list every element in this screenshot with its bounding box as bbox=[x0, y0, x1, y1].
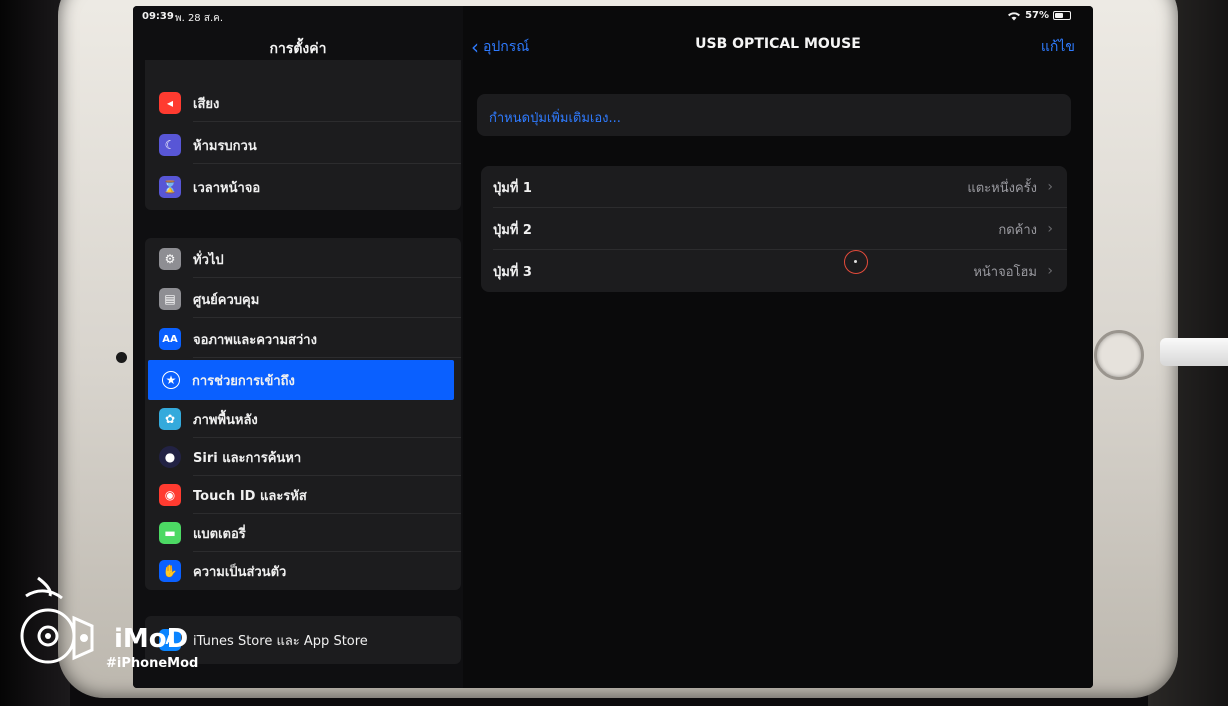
siri-icon: ● bbox=[159, 446, 181, 468]
sidebar-item-touch-id[interactable]: ◉ Touch ID และรหัส bbox=[145, 476, 461, 514]
battery-icon: ▬ bbox=[159, 522, 181, 544]
wallpaper-icon: ✿ bbox=[159, 408, 181, 430]
status-bar: 09:39 พ. 28 ส.ค. 57% bbox=[133, 6, 1093, 26]
front-camera bbox=[116, 352, 127, 363]
list-item-button-3[interactable]: ปุ่มที่ 3 หน้าจอโฮม › bbox=[481, 250, 1067, 292]
chevron-right-icon: › bbox=[1047, 263, 1053, 279]
chevron-right-icon: › bbox=[1047, 221, 1053, 237]
moon-icon: ☾ bbox=[159, 134, 181, 156]
button-action-value: แตะหนึ่งครั้ง bbox=[967, 180, 1037, 196]
button-label: ปุ่มที่ 3 bbox=[493, 264, 532, 280]
customize-buttons-link[interactable]: กำหนดปุ่มเพิ่มเติมเอง... bbox=[489, 107, 621, 128]
sidebar-item-wallpaper[interactable]: ✿ ภาพพื้นหลัง bbox=[145, 400, 461, 438]
sidebar-item-control-center[interactable]: ▤ ศูนย์ควบคุม bbox=[145, 280, 461, 318]
fingerprint-icon: ◉ bbox=[159, 484, 181, 506]
status-time: 09:39 bbox=[142, 11, 174, 22]
imod-logo-icon bbox=[20, 576, 94, 664]
lightning-cable bbox=[1160, 338, 1228, 366]
button-label: ปุ่มที่ 2 bbox=[493, 222, 532, 238]
sidebar-item-label: ห้ามรบกวน bbox=[193, 138, 257, 154]
button-action-value: หน้าจอโฮม bbox=[973, 264, 1037, 280]
mouse-pointer-icon bbox=[844, 250, 868, 274]
hourglass-icon: ⌛ bbox=[159, 176, 181, 198]
sidebar-item-label: การช่วยการเข้าถึง bbox=[192, 373, 295, 389]
status-date: พ. 28 ส.ค. bbox=[175, 13, 224, 24]
sidebar-item-sounds[interactable]: ◂ เสียง bbox=[145, 84, 461, 122]
wifi-icon bbox=[1008, 11, 1021, 20]
customize-card: กำหนดปุ่มเพิ่มเติมเอง... bbox=[477, 94, 1071, 136]
home-button[interactable] bbox=[1094, 330, 1144, 380]
button-mapping-list: ปุ่มที่ 1 แตะหนึ่งครั้ง › ปุ่มที่ 2 กดค้… bbox=[481, 166, 1067, 292]
sidebar-item-label: เสียง bbox=[193, 96, 220, 112]
button-action-value: กดค้าง bbox=[998, 222, 1037, 238]
edit-button[interactable]: แก้ไข bbox=[1041, 36, 1075, 58]
sidebar-item-label: ภาพพื้นหลัง bbox=[193, 412, 258, 428]
sidebar-item-do-not-disturb[interactable]: ☾ ห้ามรบกวน bbox=[145, 126, 461, 164]
battery-indicator-icon bbox=[1053, 11, 1071, 20]
list-item-button-2[interactable]: ปุ่มที่ 2 กดค้าง › bbox=[481, 208, 1067, 250]
sidebar-item-display-brightness[interactable]: AA จอภาพและความสว่าง bbox=[145, 320, 461, 358]
speaker-icon: ◂ bbox=[159, 92, 181, 114]
settings-group-1: ◂ เสียง ☾ ห้ามรบกวน ⌛ เวลาหน้าจอ bbox=[145, 60, 461, 210]
watermark-tag: #iPhoneMod bbox=[106, 656, 199, 671]
sidebar-item-label: ศูนย์ควบคุม bbox=[193, 292, 260, 308]
sidebar-item-screen-time[interactable]: ⌛ เวลาหน้าจอ bbox=[145, 168, 461, 206]
detail-pane: ‹ อุปกรณ์ USB OPTICAL MOUSE แก้ไข กำหนดป… bbox=[463, 6, 1093, 688]
sidebar-item-label: ทั่วไป bbox=[193, 252, 224, 268]
sidebar-item-general[interactable]: ⚙ ทั่วไป bbox=[145, 240, 461, 278]
chevron-right-icon: › bbox=[1047, 179, 1053, 195]
gear-icon: ⚙ bbox=[159, 248, 181, 270]
sidebar-item-label: เวลาหน้าจอ bbox=[193, 180, 261, 196]
battery-percentage: 57% bbox=[1025, 10, 1049, 21]
watermark-brand: iMoD bbox=[114, 624, 189, 654]
accessibility-icon: ★ bbox=[162, 371, 180, 389]
imod-watermark: iMoD #iPhoneMod bbox=[18, 574, 208, 684]
sidebar-item-battery[interactable]: ▬ แบตเตอรี่ bbox=[145, 514, 461, 552]
sidebar-item-siri-search[interactable]: ● Siri และการค้นหา bbox=[145, 438, 461, 476]
sidebar-item-label: iTunes Store และ App Store bbox=[193, 633, 368, 649]
sidebar-item-accessibility[interactable]: ★ การช่วยการเข้าถึง bbox=[148, 360, 454, 400]
status-indicators: 57% bbox=[1007, 10, 1071, 21]
sidebar-title: การตั้งค่า bbox=[269, 41, 327, 57]
nav-bar: ‹ อุปกรณ์ USB OPTICAL MOUSE แก้ไข bbox=[463, 26, 1093, 66]
sidebar-item-label: Touch ID และรหัส bbox=[193, 488, 307, 504]
battery-fill bbox=[1055, 13, 1063, 18]
text-size-icon: AA bbox=[159, 328, 181, 350]
ipad-screen: การตั้งค่า ◂ เสียง ☾ ห้ามรบกวน ⌛ เวลาหน้… bbox=[133, 6, 1093, 688]
list-item-button-1[interactable]: ปุ่มที่ 1 แตะหนึ่งครั้ง › bbox=[481, 166, 1067, 208]
sidebar-item-label: จอภาพและความสว่าง bbox=[193, 332, 317, 348]
button-label: ปุ่มที่ 1 bbox=[493, 180, 532, 196]
sidebar-item-label: Siri และการค้นหา bbox=[193, 450, 302, 466]
settings-group-2: ⚙ ทั่วไป ▤ ศูนย์ควบคุม AA จอภาพและความสว… bbox=[145, 238, 461, 590]
sidebar-item-label: แบตเตอรี่ bbox=[193, 526, 246, 542]
control-center-icon: ▤ bbox=[159, 288, 181, 310]
page-title: USB OPTICAL MOUSE bbox=[695, 36, 861, 52]
